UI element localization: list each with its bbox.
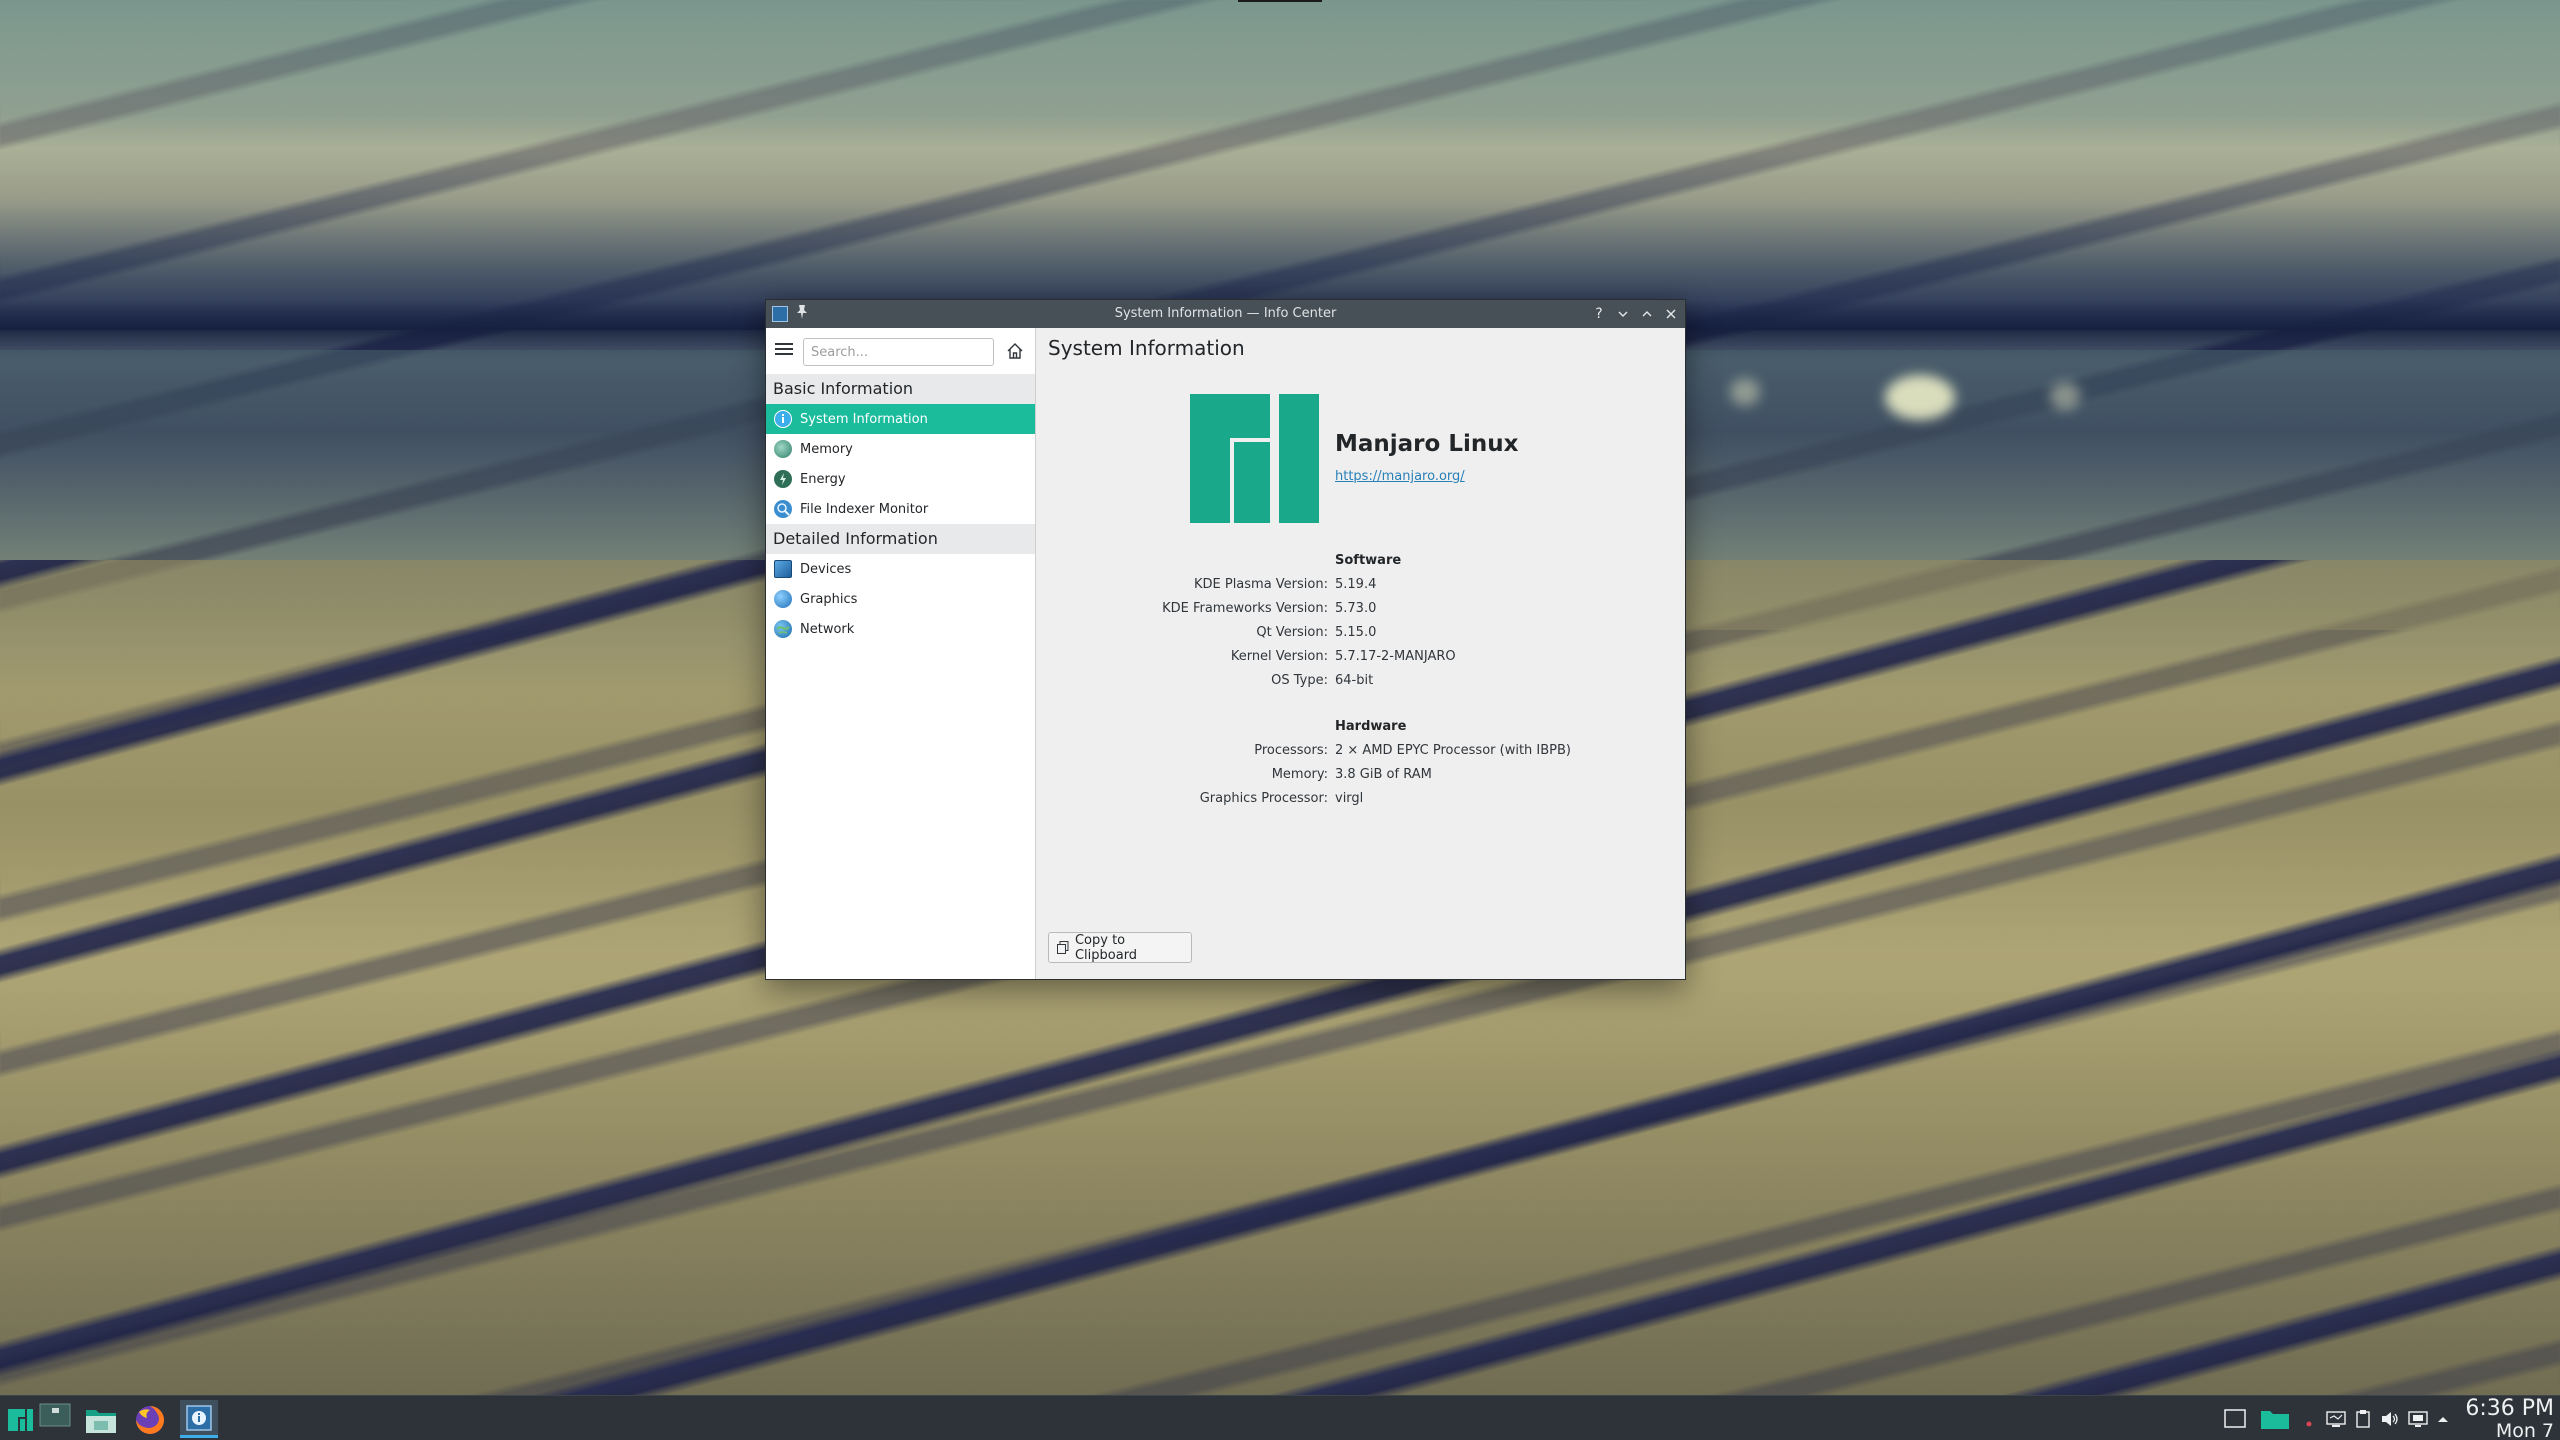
info-value: 5.73.0 <box>1335 601 1377 616</box>
file-manager-icon[interactable] <box>82 1400 120 1438</box>
digital-clock[interactable]: 6:36 PM Mon 7 <box>2465 1396 2554 1440</box>
info-label: KDE Frameworks Version: <box>1162 601 1328 616</box>
copy-button-label: Copy to Clipboard <box>1074 932 1138 963</box>
info-icon <box>774 410 792 428</box>
info-label: OS Type: <box>1271 673 1328 688</box>
section-header-basic: Basic Information <box>766 374 1035 404</box>
info-value: 3.8 GiB of RAM <box>1335 767 1432 782</box>
display-icon[interactable] <box>2325 1408 2347 1430</box>
top-edge-indicator <box>1238 0 1322 2</box>
sidebar-item-energy[interactable]: Energy <box>766 464 1035 494</box>
hardware-section-title: Hardware <box>1335 719 1407 734</box>
info-label: Graphics Processor: <box>1199 791 1328 806</box>
desktop-pager-icon[interactable] <box>36 1400 74 1438</box>
close-button[interactable] <box>1661 304 1681 324</box>
info-value: 5.7.17-2-MANJARO <box>1335 649 1456 664</box>
software-section-title: Software <box>1335 553 1402 568</box>
expand-tray-icon[interactable] <box>2435 1408 2451 1430</box>
copy-icon <box>1057 941 1069 954</box>
sidebar-item-label: Graphics <box>800 591 858 607</box>
taskbar: 6:36 PM Mon 7 <box>0 1395 2560 1440</box>
minimize-button[interactable] <box>1613 304 1633 324</box>
record-indicator-icon[interactable] <box>2304 1408 2314 1430</box>
info-label: Processors: <box>1254 743 1328 758</box>
search-input[interactable] <box>803 338 994 366</box>
section-header-detailed: Detailed Information <box>766 524 1035 554</box>
info-label: KDE Plasma Version: <box>1193 577 1328 592</box>
memory-icon <box>774 440 792 458</box>
sidebar-item-network[interactable]: Network <box>766 614 1035 644</box>
show-desktop-icon[interactable] <box>2224 1408 2246 1430</box>
volume-icon[interactable] <box>2379 1408 2401 1430</box>
sidebar-item-label: Devices <box>800 561 852 577</box>
home-icon[interactable] <box>1005 341 1025 361</box>
clipboard-icon[interactable] <box>2352 1408 2374 1430</box>
main-panel: System Information Manjaro Linux https:/… <box>1036 328 1685 979</box>
energy-icon <box>774 470 792 488</box>
info-center-icon[interactable] <box>180 1400 218 1438</box>
info-center-window: System Information — Info Center ? Basic… <box>765 299 1686 980</box>
sidebar: Basic Information System Information Mem… <box>766 328 1036 979</box>
info-label: Qt Version: <box>1256 625 1328 640</box>
sidebar-item-label: Network <box>800 621 855 637</box>
info-value: 64-bit <box>1335 673 1374 688</box>
distro-url-link[interactable]: https://manjaro.org/ <box>1335 469 1465 484</box>
wallpaper-glare <box>1730 378 1760 406</box>
devices-icon <box>774 560 792 578</box>
sidebar-item-label: Memory <box>800 441 853 457</box>
file-indexer-icon <box>774 500 792 518</box>
window-titlebar[interactable]: System Information — Info Center ? <box>766 300 1685 328</box>
page-title: System Information <box>1048 336 1245 360</box>
help-button[interactable]: ? <box>1589 304 1609 324</box>
wallpaper-glare <box>2050 382 2080 410</box>
clock-date: Mon 7 <box>2495 1420 2554 1440</box>
wallpaper-sky <box>0 0 2560 330</box>
sidebar-item-devices[interactable]: Devices <box>766 554 1035 584</box>
sidebar-item-memory[interactable]: Memory <box>766 434 1035 464</box>
sidebar-item-file-indexer-monitor[interactable]: File Indexer Monitor <box>766 494 1035 524</box>
sidebar-item-label: File Indexer Monitor <box>800 501 929 517</box>
info-value: 2 × AMD EPYC Processor (with IBPB) <box>1335 743 1571 758</box>
network-icon[interactable] <box>2407 1408 2429 1430</box>
copy-to-clipboard-button[interactable]: Copy to Clipboard <box>1048 932 1192 963</box>
maximize-button[interactable] <box>1637 304 1657 324</box>
network-icon <box>774 620 792 638</box>
distro-name: Manjaro Linux <box>1335 431 1519 457</box>
hamburger-menu-icon[interactable] <box>775 341 793 357</box>
sidebar-item-system-information[interactable]: System Information <box>766 404 1035 434</box>
info-label: Kernel Version: <box>1230 649 1328 664</box>
sidebar-toolbar <box>766 328 1035 374</box>
sidebar-item-label: Energy <box>800 471 846 487</box>
graphics-icon <box>774 590 792 608</box>
window-title: System Information — Info Center <box>1114 306 1337 321</box>
info-value: 5.15.0 <box>1335 625 1377 640</box>
manjaro-logo-icon <box>1190 394 1319 523</box>
info-value: virgl <box>1335 791 1364 806</box>
sidebar-item-graphics[interactable]: Graphics <box>766 584 1035 614</box>
folder-icon[interactable] <box>2260 1408 2290 1430</box>
clock-time: 6:36 PM <box>2465 1396 2554 1421</box>
sidebar-item-label: System Information <box>800 411 928 427</box>
firefox-icon[interactable] <box>131 1400 169 1438</box>
info-label: Memory: <box>1271 767 1328 782</box>
wallpaper-glare <box>1885 375 1955 420</box>
info-value: 5.19.4 <box>1335 577 1377 592</box>
application-menu-icon[interactable] <box>2 1400 40 1438</box>
